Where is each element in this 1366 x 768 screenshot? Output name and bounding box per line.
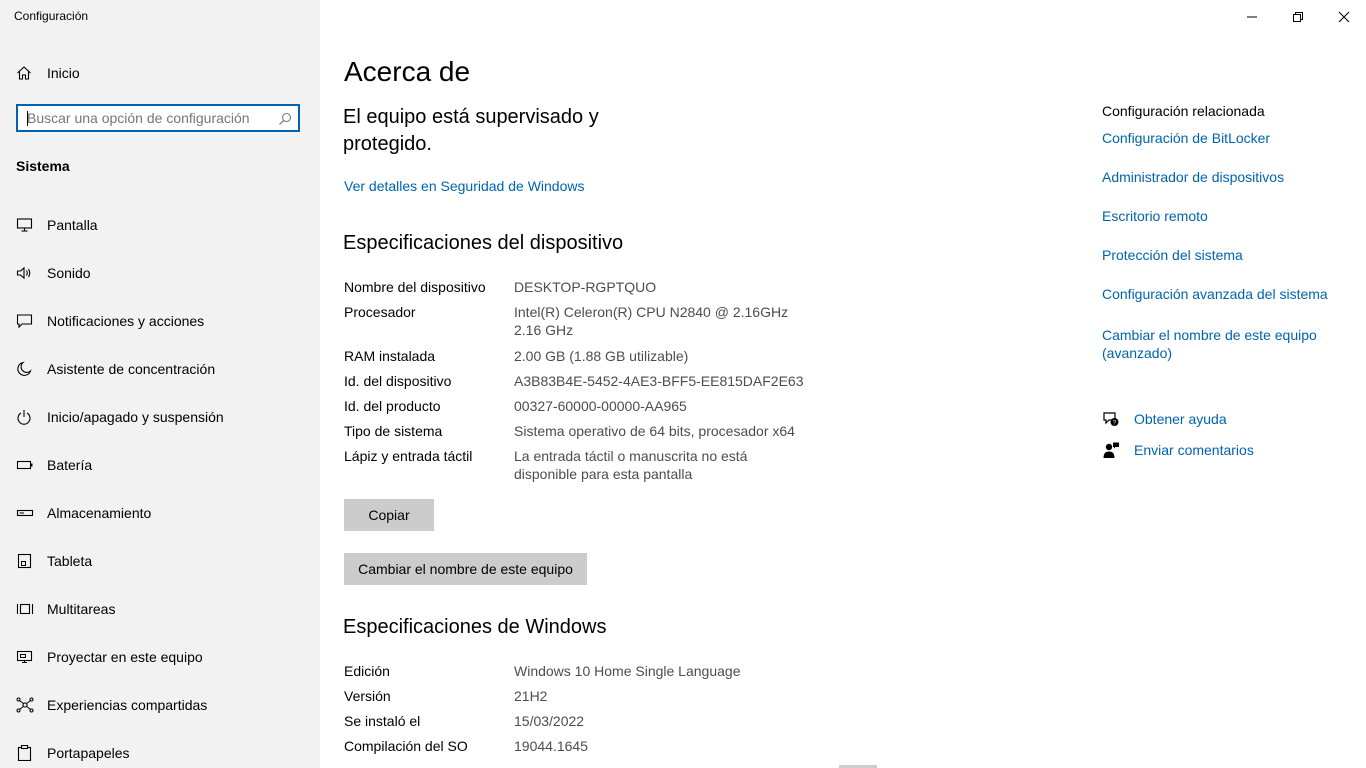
sidebar-item-label: Proyectar en este equipo bbox=[47, 649, 203, 665]
sidebar-item-multitareas[interactable]: Multitareas bbox=[0, 589, 320, 629]
sidebar-item-label: Tableta bbox=[47, 553, 93, 569]
device-manager-link[interactable]: Administrador de dispositivos bbox=[1102, 169, 1284, 185]
spec-key: Compilación del SO bbox=[344, 738, 468, 754]
minimize-icon bbox=[1247, 16, 1257, 18]
sidebar-item-label: Sonido bbox=[47, 265, 91, 281]
close-icon bbox=[1338, 11, 1350, 23]
sidebar-item-tableta[interactable]: Tableta bbox=[0, 541, 320, 581]
shared-icon bbox=[16, 697, 34, 713]
spec-key: Nombre del dispositivo bbox=[344, 279, 486, 295]
spec-value: La entrada táctil o manuscrita no está d… bbox=[514, 448, 748, 482]
sidebar-item-portapapeles[interactable]: Portapapeles bbox=[0, 733, 320, 768]
sidebar-item-label: Portapapeles bbox=[47, 745, 130, 761]
spec-value: A3B83B4E-5452-4AE3-BFF5-EE815DAF2E63 bbox=[514, 373, 804, 389]
related-settings-title: Configuración relacionada bbox=[1102, 103, 1265, 119]
speaker-icon bbox=[16, 265, 34, 281]
spec-value: Windows 10 Home Single Language bbox=[514, 663, 741, 679]
page-title: Acerca de bbox=[344, 56, 471, 87]
sidebar-item-concentracion[interactable]: Asistente de concentración bbox=[0, 349, 320, 389]
rename-pc-advanced-link[interactable]: Cambiar el nombre de este equipo (avanza… bbox=[1102, 326, 1342, 362]
sidebar-item-proyectar[interactable]: Proyectar en este equipo bbox=[0, 637, 320, 677]
maximize-button[interactable] bbox=[1274, 0, 1320, 32]
spec-key: Tipo de sistema bbox=[344, 423, 443, 439]
spec-key: Id. del producto bbox=[344, 398, 441, 414]
spec-value: 00327-60000-00000-AA965 bbox=[514, 398, 687, 414]
sidebar-item-label: Almacenamiento bbox=[47, 505, 152, 521]
sidebar-item-label: Inicio bbox=[47, 65, 80, 81]
spec-key: Procesador bbox=[344, 304, 416, 320]
spec-key: Versión bbox=[344, 688, 391, 704]
project-icon bbox=[16, 649, 34, 665]
spec-value: 15/03/2022 bbox=[514, 713, 585, 729]
sidebar-item-almacenamiento[interactable]: Almacenamiento bbox=[0, 493, 320, 533]
sidebar-item-label: Inicio/apagado y suspensión bbox=[47, 409, 224, 425]
monitor-icon bbox=[16, 217, 34, 233]
battery-icon bbox=[16, 457, 34, 473]
advanced-system-settings-link[interactable]: Configuración avanzada del sistema bbox=[1102, 286, 1328, 302]
protection-status-text: El equipo está supervisado y protegido. bbox=[343, 106, 599, 155]
spec-value: DESKTOP-RGPTQUO bbox=[514, 279, 657, 295]
bitlocker-link[interactable]: Configuración de BitLocker bbox=[1102, 130, 1270, 146]
spec-key: RAM instalada bbox=[344, 348, 436, 364]
spec-key: Lápiz y entrada táctil bbox=[344, 448, 473, 464]
windows-specs-heading: Especificaciones de Windows bbox=[343, 616, 607, 638]
sidebar-item-inicio-apagado[interactable]: Inicio/apagado y suspensión bbox=[0, 397, 320, 437]
search-box[interactable] bbox=[16, 104, 300, 132]
send-feedback-link[interactable]: Enviar comentarios bbox=[1134, 442, 1254, 458]
device-specs-heading: Especificaciones del dispositivo bbox=[343, 232, 624, 254]
sidebar-item-label: Pantalla bbox=[47, 217, 98, 233]
rename-pc-button[interactable]: Cambiar el nombre de este equipo bbox=[344, 553, 587, 585]
sidebar-item-label: Asistente de concentración bbox=[47, 361, 216, 377]
spec-value: Sistema operativo de 64 bits, procesador… bbox=[514, 423, 795, 439]
notification-icon bbox=[16, 313, 34, 329]
power-icon bbox=[16, 409, 34, 425]
section-label-sistema: Sistema bbox=[16, 158, 70, 174]
sidebar-item-notificaciones[interactable]: Notificaciones y acciones bbox=[0, 301, 320, 341]
sidebar-item-label: Multitareas bbox=[47, 601, 116, 617]
sidebar-item-experiencias[interactable]: Experiencias compartidas bbox=[0, 685, 320, 725]
clipboard-icon bbox=[16, 744, 34, 762]
spec-key: Edición bbox=[344, 663, 390, 679]
tablet-icon bbox=[16, 553, 34, 569]
sidebar-item-home[interactable]: Inicio bbox=[0, 58, 320, 88]
close-button[interactable] bbox=[1320, 0, 1366, 32]
spec-key: Id. del dispositivo bbox=[344, 373, 452, 389]
search-input[interactable] bbox=[27, 106, 272, 130]
text-caret bbox=[27, 111, 28, 126]
feedback-person-icon bbox=[1102, 441, 1120, 459]
minimize-button[interactable] bbox=[1228, 0, 1274, 32]
main-content: Acerca de El equipo está supervisado y p… bbox=[320, 0, 1366, 768]
sidebar-item-label: Experiencias compartidas bbox=[47, 697, 208, 713]
get-help-link[interactable]: Obtener ayuda bbox=[1134, 411, 1227, 427]
help-chat-icon: ? bbox=[1102, 410, 1120, 428]
storage-icon bbox=[16, 505, 34, 521]
security-details-link[interactable]: Ver detalles en Seguridad de Windows bbox=[344, 178, 584, 194]
moon-icon bbox=[16, 361, 34, 377]
sidebar-item-sonido[interactable]: Sonido bbox=[0, 253, 320, 293]
spec-value: 2.00 GB (1.88 GB utilizable) bbox=[514, 348, 689, 364]
sidebar: Configuración Inicio Sistema Pantalla So… bbox=[0, 0, 320, 768]
copy-button[interactable]: Copiar bbox=[344, 499, 434, 531]
system-protection-link[interactable]: Protección del sistema bbox=[1102, 247, 1243, 263]
spec-value: Intel(R) Celeron(R) CPU N2840 @ 2.16GHz … bbox=[514, 304, 789, 338]
restore-icon bbox=[1293, 12, 1303, 22]
sidebar-item-bateria[interactable]: Batería bbox=[0, 445, 320, 485]
sidebar-item-pantalla[interactable]: Pantalla bbox=[0, 205, 320, 245]
multitask-icon bbox=[16, 601, 34, 617]
sidebar-item-label: Notificaciones y acciones bbox=[47, 313, 205, 329]
search-icon[interactable] bbox=[278, 112, 292, 126]
app-title: Configuración bbox=[14, 9, 89, 23]
home-icon bbox=[16, 65, 32, 81]
sidebar-item-label: Batería bbox=[47, 457, 93, 473]
spec-value: 21H2 bbox=[514, 688, 548, 704]
spec-value: 19044.1645 bbox=[514, 738, 588, 754]
spec-key: Se instaló el bbox=[344, 713, 421, 729]
remote-desktop-link[interactable]: Escritorio remoto bbox=[1102, 208, 1208, 224]
